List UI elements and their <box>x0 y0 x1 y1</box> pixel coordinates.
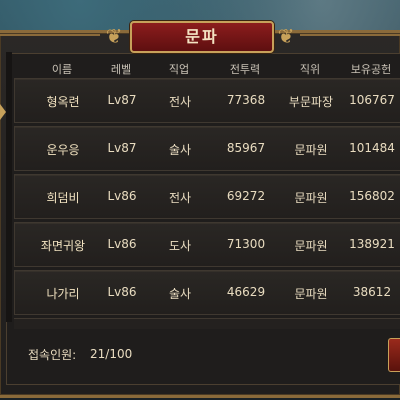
member-level: Lv87 <box>107 93 137 107</box>
member-contribution: 106767 <box>349 93 395 107</box>
header-class: 직업 <box>168 63 190 76</box>
member-rank: 문파원 <box>294 287 328 301</box>
member-rank: 문파원 <box>294 191 328 205</box>
member-rank: 부문파장 <box>288 95 334 109</box>
member-contribution: 38612 <box>352 285 392 299</box>
side-arrow-icon[interactable] <box>0 104 6 120</box>
title-ornament-line-right <box>300 34 400 36</box>
side-action-button[interactable] <box>388 338 400 372</box>
header-power: 전투력 <box>229 63 261 76</box>
member-class: 술사 <box>168 143 192 157</box>
member-contribution: 156802 <box>349 189 395 203</box>
member-rank: 문파원 <box>294 239 328 253</box>
member-class: 전사 <box>168 95 192 109</box>
online-count-label: 접속인원: <box>28 348 77 362</box>
table-row-partial <box>14 318 400 329</box>
header-contribution: 보유공헌 <box>350 63 392 76</box>
member-power: 77368 <box>226 93 266 107</box>
member-level: Lv86 <box>107 237 137 251</box>
member-name: 희덤비 <box>46 191 80 205</box>
member-name: 나가리 <box>46 287 80 301</box>
member-level: Lv86 <box>107 189 137 203</box>
member-name: 운우응 <box>46 143 80 157</box>
header-level: 레벨 <box>110 63 132 76</box>
member-class: 술사 <box>168 287 192 301</box>
title-ornament-left-icon: ❦ <box>105 24 123 48</box>
table-header: 이름 레벨 직업 전투력 직위 보유공헌 <box>14 58 400 78</box>
member-power: 71300 <box>226 237 266 251</box>
member-name: 좌면귀왕 <box>40 239 86 253</box>
member-name: 형옥련 <box>46 95 80 109</box>
table-row[interactable]: 운우응 Lv87 술사 85967 문파원 101484 <box>14 126 400 171</box>
list-scrollbar[interactable] <box>6 52 12 322</box>
member-level: Lv86 <box>107 285 137 299</box>
member-rank: 문파원 <box>294 143 328 157</box>
title-ornament-line-left <box>0 34 100 36</box>
header-name: 이름 <box>51 63 73 76</box>
member-contribution: 101484 <box>349 141 395 155</box>
table-row[interactable]: 좌면귀왕 Lv86 도사 71300 문파원 138921 <box>14 222 400 267</box>
member-power: 69272 <box>226 189 266 203</box>
table-row[interactable]: 형옥련 Lv87 전사 77368 부문파장 106767 <box>14 78 400 123</box>
online-count-value: 21/100 <box>90 347 133 361</box>
member-class: 전사 <box>168 191 192 205</box>
table-row[interactable]: 나가리 Lv86 술사 46629 문파원 38612 <box>14 270 400 315</box>
header-rank: 직위 <box>299 63 321 76</box>
member-class: 도사 <box>168 239 192 253</box>
member-power: 46629 <box>226 285 266 299</box>
table-row[interactable]: 희덤비 Lv86 전사 69272 문파원 156802 <box>14 174 400 219</box>
member-contribution: 138921 <box>349 237 395 251</box>
panel-title: 문파 <box>130 21 274 53</box>
member-power: 85967 <box>226 141 266 155</box>
member-level: Lv87 <box>107 141 137 155</box>
